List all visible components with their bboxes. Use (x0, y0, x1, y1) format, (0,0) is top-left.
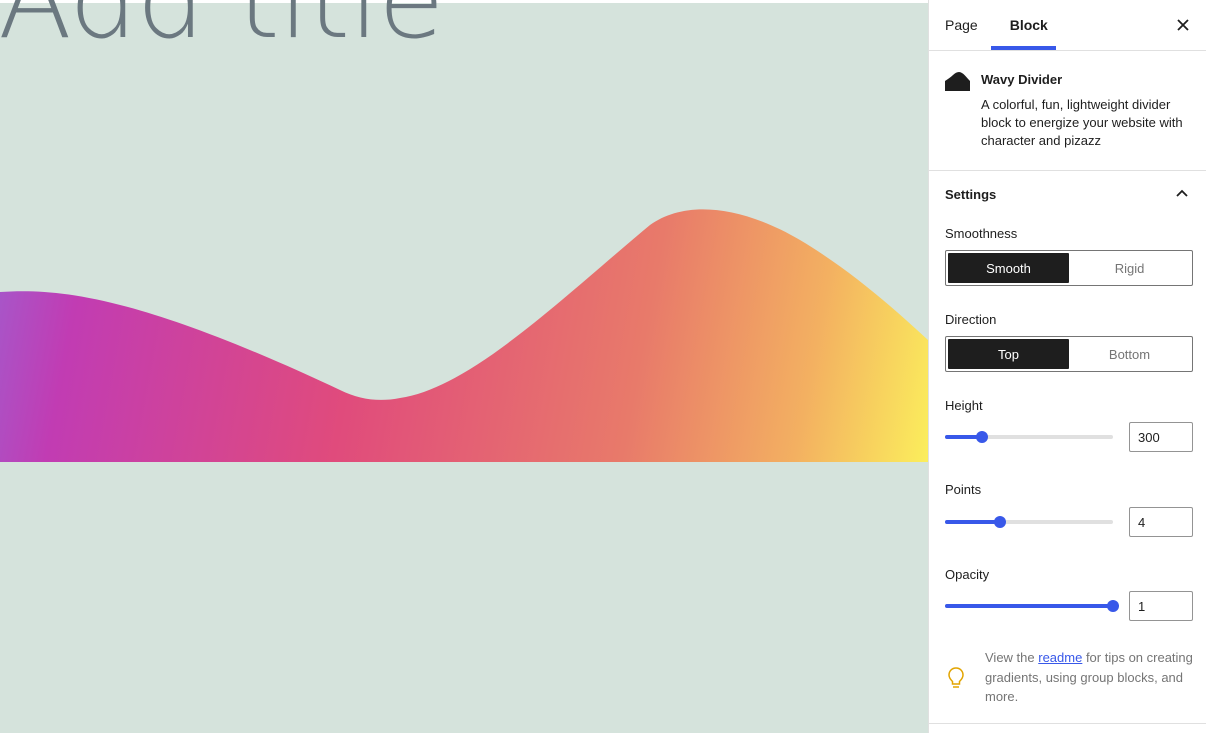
slider-thumb[interactable] (1107, 600, 1119, 612)
slider-fill (945, 520, 1001, 524)
rigid-option-button[interactable]: Rigid (1069, 253, 1190, 283)
direction-toggle-group: Top Bottom (945, 336, 1193, 372)
sidebar-tabs: Page Block (929, 0, 1206, 51)
slider-thumb[interactable] (975, 431, 988, 443)
opacity-label: Opacity (945, 567, 990, 582)
slider-fill (945, 604, 1113, 608)
editor-canvas[interactable]: Add title (0, 0, 928, 733)
points-label: Points (945, 482, 982, 497)
tip-text: View the readme for tips on creating gra… (985, 648, 1195, 707)
bottom-option-button[interactable]: Bottom (1069, 339, 1190, 369)
direction-label: Direction (945, 312, 997, 327)
lightbulb-icon (948, 667, 964, 688)
smoothness-toggle-group: Smooth Rigid (945, 250, 1193, 286)
top-option-button[interactable]: Top (948, 339, 1069, 369)
tip-prefix: View the (985, 650, 1039, 665)
wavy-divider-icon (945, 72, 970, 91)
readme-link[interactable]: readme (1038, 650, 1082, 665)
wavy-divider-block[interactable] (0, 0, 928, 733)
height-slider[interactable] (945, 427, 1113, 447)
smooth-option-button[interactable]: Smooth (948, 253, 1069, 283)
opacity-slider[interactable] (945, 596, 1119, 616)
opacity-number-input[interactable] (1129, 591, 1193, 621)
tab-block[interactable]: Block (994, 0, 1064, 50)
wave-shape (0, 209, 928, 462)
smoothness-label: Smoothness (945, 226, 1018, 241)
block-title: Wavy Divider (981, 72, 1063, 87)
tab-page[interactable]: Page (929, 0, 994, 50)
panel-bottom-divider (929, 723, 1206, 724)
height-number-input[interactable] (1129, 422, 1193, 452)
close-icon (1177, 19, 1189, 31)
active-tab-indicator (991, 46, 1056, 50)
height-label: Height (945, 398, 983, 413)
close-sidebar-button[interactable] (1174, 16, 1192, 34)
slider-thumb[interactable] (994, 516, 1007, 528)
settings-panel-heading[interactable]: Settings (945, 187, 996, 202)
points-number-input[interactable] (1129, 507, 1193, 537)
settings-sidebar: Page Block Wavy Divider A colorful, fun,… (928, 0, 1206, 733)
block-description: A colorful, fun, lightweight divider blo… (981, 97, 1183, 148)
points-slider[interactable] (945, 512, 1113, 532)
chevron-up-icon[interactable] (1174, 186, 1190, 202)
